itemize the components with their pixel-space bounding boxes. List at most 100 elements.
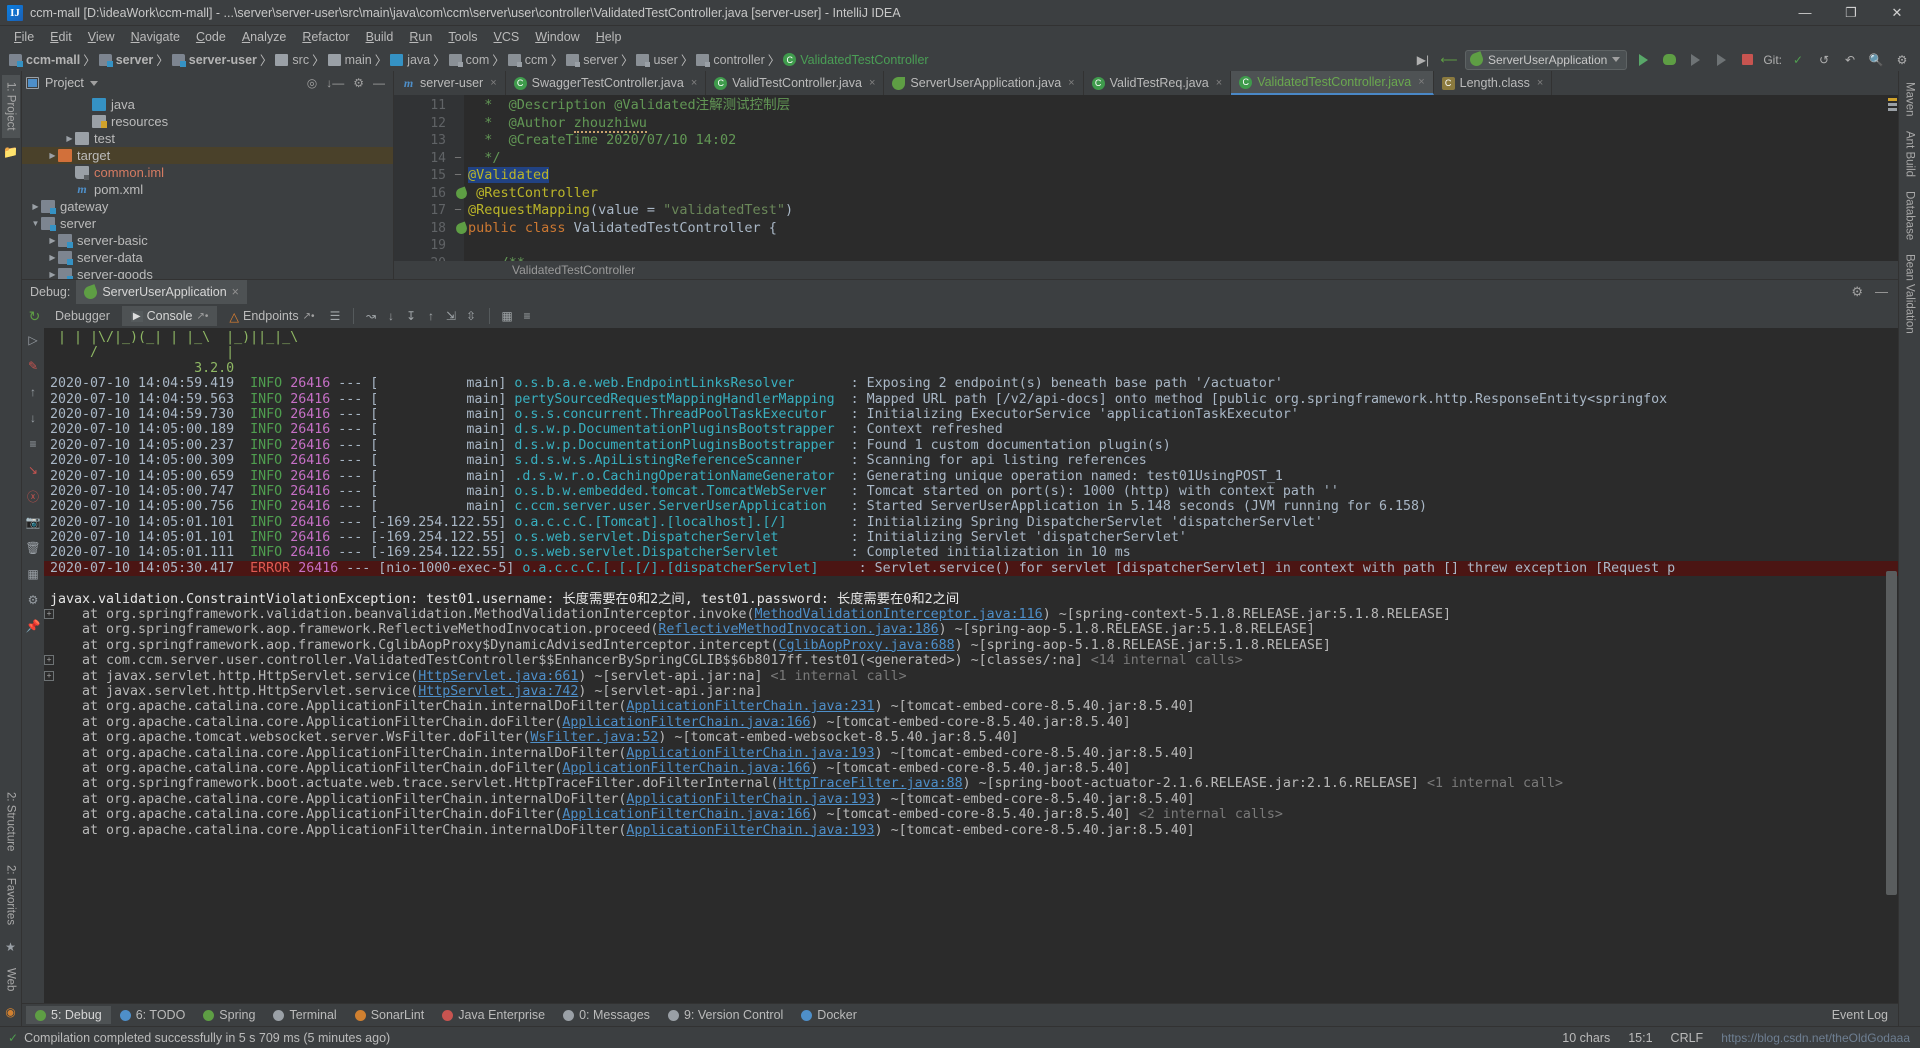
expand-arrow-icon[interactable]: ▶ [47, 270, 58, 279]
stacktrace-fold-toggle[interactable]: + [44, 609, 54, 620]
menu-navigate[interactable]: Navigate [123, 28, 188, 46]
breadcrumb-controller[interactable]: controller [693, 53, 767, 67]
print-icon[interactable]: ⓧ [25, 488, 41, 504]
breadcrumb-validatedtestcontroller[interactable]: C ValidatedTestController [780, 53, 931, 67]
run-with-coverage-icon[interactable] [1685, 50, 1705, 70]
editor-tab-length-class[interactable]: C Length.class × [1433, 71, 1553, 95]
expand-arrow-icon[interactable]: ▶ [64, 134, 75, 143]
settings-icon[interactable]: ⚙ [1851, 284, 1863, 300]
debug-icon[interactable] [1659, 50, 1679, 70]
editor-tab-validtestcontroller-java[interactable]: C ValidTestController.java × [706, 71, 885, 95]
breadcrumb-main[interactable]: main [325, 53, 375, 67]
step-over-icon[interactable]: ↝ [363, 308, 380, 325]
editor-scrollbar[interactable] [1886, 95, 1898, 261]
rerun-icon[interactable]: ↻ [26, 308, 43, 325]
tab-console[interactable]: ▶ Console ↗• [121, 306, 218, 326]
pin-icon[interactable]: 📌 [25, 618, 41, 634]
tree-node[interactable]: resources [22, 113, 393, 130]
fold-gutter[interactable]: ──── [452, 95, 464, 261]
stacktrace-fold-toggle[interactable]: + [44, 655, 54, 666]
star-icon[interactable]: ★ [3, 939, 19, 955]
tree-node[interactable]: m pom.xml [22, 181, 393, 198]
close-icon[interactable]: × [490, 77, 496, 89]
back-arrow-icon[interactable]: ⟵ [1439, 50, 1459, 70]
close-icon[interactable]: ✕ [1874, 0, 1920, 26]
menu-vcs[interactable]: VCS [486, 28, 528, 46]
fold-marker[interactable] [452, 237, 464, 255]
tab-debugger[interactable]: Debugger [46, 306, 119, 326]
error-stripe[interactable] [1888, 98, 1897, 113]
menu-window[interactable]: Window [527, 28, 587, 46]
breadcrumb-ccm-mall[interactable]: ccm-mall [6, 53, 83, 67]
fold-marker[interactable] [452, 115, 464, 133]
layout-icon[interactable]: ☰ [327, 308, 344, 325]
project-tree[interactable]: java resources ▶ test ▶ target common.iml m pom.… [22, 95, 393, 279]
menu-tools[interactable]: Tools [440, 28, 485, 46]
rail-tab-ant-build[interactable]: Ant Build [1901, 124, 1919, 184]
close-icon[interactable]: × [232, 285, 239, 299]
code-editor[interactable]: 11121314151617181920 ──── * @Description… [394, 95, 1898, 261]
evaluate-icon[interactable]: ⇳ [463, 308, 480, 325]
tree-node[interactable]: common.iml [22, 164, 393, 181]
tree-node[interactable]: java [22, 96, 393, 113]
close-icon[interactable]: × [1418, 76, 1424, 88]
hide-icon[interactable]: — [1875, 284, 1888, 300]
tree-node[interactable]: ▶ target [22, 147, 393, 164]
rail-tab-bean-validation[interactable]: Bean Validation [1901, 247, 1919, 341]
tree-node[interactable]: ▶ server-goods [22, 266, 393, 279]
update-project-icon[interactable]: ↺ [1814, 50, 1834, 70]
line-separator[interactable]: CRLF [1671, 1031, 1704, 1045]
clear-all-icon[interactable]: 🗑 [25, 540, 41, 556]
minimize-icon[interactable]: — [1782, 0, 1828, 26]
expand-arrow-icon[interactable]: ▼ [30, 219, 41, 228]
breadcrumb-com[interactable]: com [446, 53, 493, 67]
editor-tab-validtestreq-java[interactable]: C ValidTestReq.java × [1083, 71, 1232, 95]
caret-position[interactable]: 15:1 [1628, 1031, 1652, 1045]
soft-wrap-icon[interactable]: ≡ [519, 308, 536, 325]
menu-view[interactable]: View [80, 28, 123, 46]
search-everywhere-icon[interactable]: 🔍 [1866, 50, 1886, 70]
close-icon[interactable]: × [691, 77, 697, 89]
menu-file[interactable]: File [6, 28, 42, 46]
tree-node[interactable]: ▼ server [22, 215, 393, 232]
fold-marker[interactable]: ─ [452, 202, 464, 220]
run-to-cursor-icon[interactable]: ⇲ [443, 308, 460, 325]
tree-node[interactable]: ▶ server-data [22, 249, 393, 266]
expand-arrow-icon[interactable]: ▶ [30, 202, 41, 211]
event-log-button[interactable]: Event Log [1832, 1008, 1898, 1022]
grid-icon[interactable]: ▦ [25, 566, 41, 582]
settings-icon[interactable]: ⚙ [1892, 50, 1912, 70]
scroll-up-icon[interactable]: ↑ [25, 384, 41, 400]
rollback-icon[interactable]: ↶ [1840, 50, 1860, 70]
breadcrumb-ccm[interactable]: ccm [505, 53, 551, 67]
scroll-to-end-icon[interactable]: ↘ [25, 462, 41, 478]
hide-icon[interactable]: — [373, 76, 385, 90]
maximize-icon[interactable]: ❐ [1828, 0, 1874, 26]
menu-help[interactable]: Help [588, 28, 630, 46]
rerun-icon[interactable]: ▷ [25, 332, 41, 348]
tool-window-5--debug[interactable]: 5: Debug [26, 1006, 111, 1024]
menu-run[interactable]: Run [401, 28, 440, 46]
editor-tab-serveruserapplication-java[interactable]: ServerUserApplication.java × [884, 71, 1084, 95]
tool-window-sonarlint[interactable]: SonarLint [346, 1006, 434, 1024]
menu-analyze[interactable]: Analyze [234, 28, 294, 46]
close-icon[interactable]: × [869, 77, 875, 89]
tool-window-6--todo[interactable]: 6: TODO [111, 1006, 195, 1024]
breadcrumb-user[interactable]: user [633, 53, 680, 67]
settings-icon[interactable]: ⚙ [353, 76, 364, 90]
close-icon[interactable]: × [1537, 77, 1543, 89]
collapse-all-icon[interactable]: ↓— [326, 76, 344, 90]
table-icon[interactable]: ▦ [499, 308, 516, 325]
locate-icon[interactable]: ◎ [307, 76, 317, 90]
breadcrumb-src[interactable]: src [272, 53, 312, 67]
tree-node[interactable]: ▶ server-basic [22, 232, 393, 249]
edit-icon[interactable]: ✎ [25, 358, 41, 374]
menu-refactor[interactable]: Refactor [294, 28, 357, 46]
close-icon[interactable]: × [1216, 77, 1222, 89]
tool-window-docker[interactable]: Docker [792, 1006, 866, 1024]
expand-arrow-icon[interactable]: ▶ [47, 151, 58, 160]
stop-icon[interactable] [1737, 50, 1757, 70]
breadcrumb-server[interactable]: server [563, 53, 621, 67]
step-out-icon[interactable]: ↑ [423, 308, 440, 325]
breadcrumb-server-user[interactable]: server-user [169, 53, 260, 67]
